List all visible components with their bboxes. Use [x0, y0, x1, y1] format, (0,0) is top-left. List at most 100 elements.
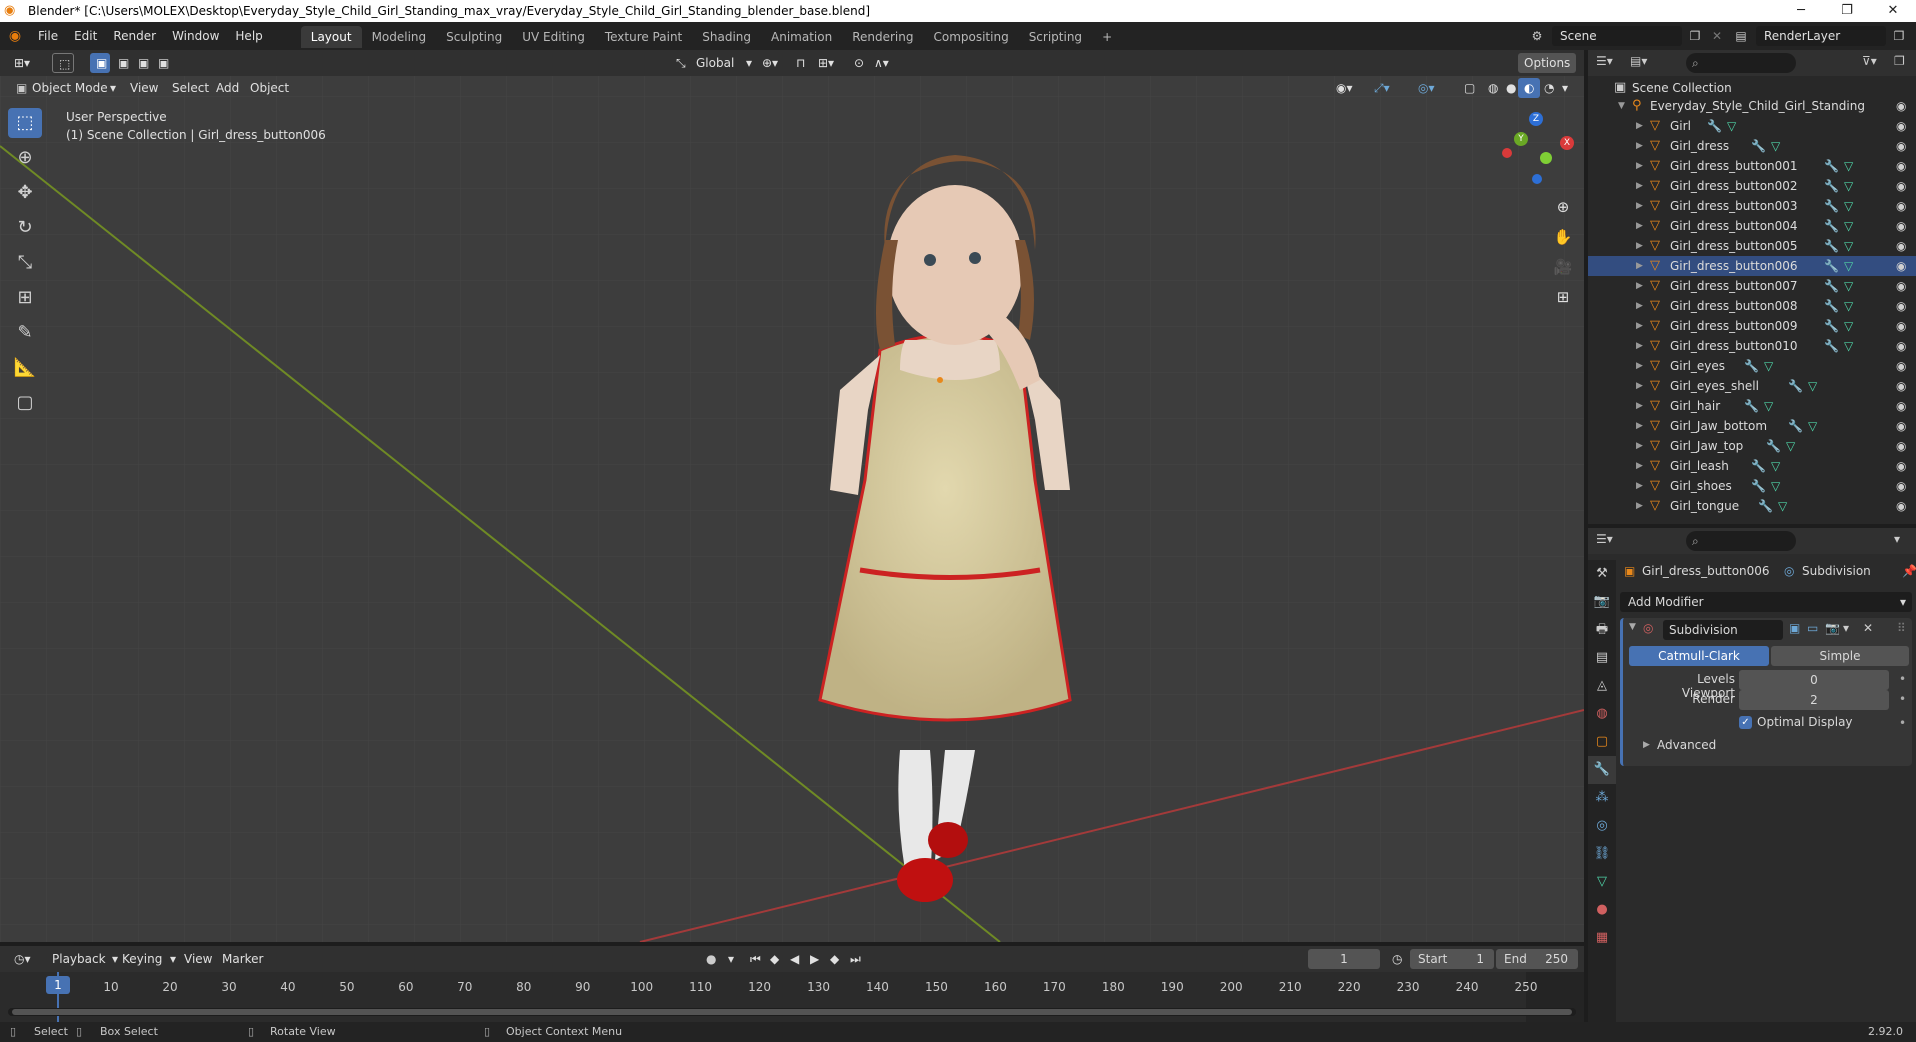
transform-orientation-icon[interactable]: ⤡: [670, 53, 690, 73]
select-box-tool-icon[interactable]: ⬚: [8, 108, 42, 138]
expand-arrow-icon[interactable]: ▶: [1636, 176, 1643, 196]
tab-layout[interactable]: Layout: [300, 26, 362, 48]
move-tool-icon[interactable]: ✥: [8, 178, 42, 208]
visibility-eye-icon[interactable]: ◉: [1896, 236, 1906, 256]
outliner-object-row[interactable]: ▶ ▽ Girl_dress_button004 🔧 ▽ ◉: [1588, 216, 1916, 236]
outliner-object-row[interactable]: ▶ ▽ Girl_dress_button009 🔧 ▽ ◉: [1588, 316, 1916, 336]
outliner-object-row[interactable]: ▶ ▽ Girl_dress_button002 🔧 ▽ ◉: [1588, 176, 1916, 196]
keyframe-dot-icon[interactable]: •: [1899, 672, 1906, 686]
mesh-data-icon[interactable]: ▽: [1771, 476, 1780, 496]
visibility-eye-icon[interactable]: ◉: [1896, 356, 1906, 376]
visibility-eye-icon[interactable]: ◉: [1896, 96, 1906, 116]
shading-options-icon[interactable]: ▾: [1556, 78, 1574, 98]
object-tab-icon[interactable]: ▢: [1588, 728, 1616, 756]
outliner-search-input[interactable]: ⌕: [1686, 53, 1796, 73]
add-workspace-button[interactable]: +: [1092, 26, 1122, 48]
outliner-object-row[interactable]: ▶ ▽ Girl_dress_button003 🔧 ▽ ◉: [1588, 196, 1916, 216]
expand-arrow-icon[interactable]: ▼: [1618, 96, 1625, 116]
pan-hand-icon[interactable]: ✋: [1550, 224, 1576, 250]
mesh-data-icon[interactable]: ▽: [1844, 296, 1853, 316]
catmull-clark-button[interactable]: Catmull-Clark: [1629, 646, 1769, 666]
expand-arrow-icon[interactable]: ▶: [1636, 396, 1643, 416]
mesh-data-icon[interactable]: ▽: [1771, 456, 1780, 476]
menu-file[interactable]: File: [30, 22, 66, 50]
tab-texture-paint[interactable]: Texture Paint: [595, 26, 692, 48]
mesh-data-icon[interactable]: ▽: [1808, 376, 1817, 396]
expand-arrow-icon[interactable]: ▶: [1636, 436, 1643, 456]
outliner-object-row[interactable]: ▶ ▽ Girl_dress_button010 🔧 ▽ ◉: [1588, 336, 1916, 356]
modifier-wrench-icon[interactable]: 🔧: [1788, 376, 1803, 396]
add-cube-tool-icon[interactable]: ▢: [8, 388, 42, 418]
jump-end-icon[interactable]: ⏭: [844, 949, 867, 969]
filter-icon[interactable]: ⊽▾: [1862, 54, 1877, 68]
texture-tab-icon[interactable]: ▦: [1588, 924, 1616, 952]
constraints-tab-icon[interactable]: ⛓: [1588, 840, 1616, 868]
modifier-wrench-icon[interactable]: 🔧: [1824, 276, 1839, 296]
new-view-layer-icon[interactable]: ❐: [1890, 29, 1908, 43]
timeline-scrollbar[interactable]: [8, 1008, 1576, 1016]
record-icon[interactable]: ●: [700, 949, 722, 969]
select-mode-subtract-icon[interactable]: ▣: [132, 53, 152, 73]
levels-viewport-field[interactable]: 0: [1739, 670, 1889, 690]
timeline-menu-marker[interactable]: Marker: [216, 949, 269, 969]
visibility-icon[interactable]: ◉▾: [1330, 78, 1359, 98]
preview-range-icon[interactable]: ◷: [1386, 949, 1408, 969]
outliner-collection-row[interactable]: ▼ ⚲ Everyday_Style_Child_Girl_Standing ◉: [1588, 96, 1916, 116]
timeline-scrollbar-thumb[interactable]: [12, 1009, 1572, 1015]
timeline-menu-view[interactable]: View: [178, 949, 218, 969]
outliner-object-row[interactable]: ▶ ▽ Girl_dress_button007 🔧 ▽ ◉: [1588, 276, 1916, 296]
visibility-eye-icon[interactable]: ◉: [1896, 316, 1906, 336]
expand-arrow-icon[interactable]: ▶: [1636, 116, 1643, 136]
zoom-icon[interactable]: ⊕: [1550, 194, 1576, 220]
modifier-wrench-icon[interactable]: 🔧: [1751, 136, 1766, 156]
modifier-wrench-icon[interactable]: 🔧: [1707, 116, 1722, 136]
expand-arrow-icon[interactable]: ▶: [1636, 156, 1643, 176]
expand-arrow-icon[interactable]: ▶: [1636, 456, 1643, 476]
edit-mode-toggle-icon[interactable]: ▣: [1789, 621, 1800, 635]
modifier-menu-icon[interactable]: ▾: [1843, 621, 1849, 635]
mesh-data-icon[interactable]: ▽: [1844, 216, 1853, 236]
expand-arrow-icon[interactable]: ▶: [1636, 316, 1643, 336]
modifier-wrench-icon[interactable]: 🔧: [1824, 336, 1839, 356]
outliner-object-row[interactable]: ▶ ▽ Girl_tongue 🔧 ▽ ◉: [1588, 496, 1916, 516]
timeline-editor-type-icon[interactable]: ◷▾: [8, 949, 37, 969]
rotate-tool-icon[interactable]: ↻: [8, 213, 42, 243]
transform-tool-icon[interactable]: ⊞: [8, 283, 42, 313]
object-mode-dropdown[interactable]: Object Mode: [26, 78, 114, 98]
data-tab-icon[interactable]: ▽: [1588, 868, 1616, 896]
particles-tab-icon[interactable]: ⁂: [1588, 784, 1616, 812]
display-mode-icon[interactable]: ▤▾: [1630, 54, 1647, 68]
select-tool-icon[interactable]: ⬚: [52, 53, 74, 73]
menu-edit[interactable]: Edit: [66, 22, 105, 50]
optimal-display-checkbox[interactable]: ✓: [1739, 716, 1752, 729]
tab-modeling[interactable]: Modeling: [362, 26, 437, 48]
scene-selector[interactable]: Scene: [1552, 26, 1682, 46]
tab-sculpting[interactable]: Sculpting: [436, 26, 512, 48]
expand-arrow-icon[interactable]: ▶: [1636, 276, 1643, 296]
select-mode-new-icon[interactable]: ▣: [90, 53, 110, 73]
mesh-data-icon[interactable]: ▽: [1844, 316, 1853, 336]
start-frame-field[interactable]: Start 1: [1410, 949, 1494, 969]
xray-icon[interactable]: ▢: [1458, 78, 1481, 98]
modifier-wrench-icon[interactable]: 🔧: [1751, 476, 1766, 496]
scale-tool-icon[interactable]: ⤡: [8, 248, 42, 278]
new-collection-icon[interactable]: ❐: [1894, 54, 1905, 68]
scene-icon[interactable]: ⚙: [1526, 29, 1548, 43]
pin-icon[interactable]: 📌: [1902, 560, 1916, 582]
expand-arrow-icon[interactable]: ▶: [1636, 196, 1643, 216]
snap-icon[interactable]: ⊓: [790, 53, 811, 73]
render-levels-field[interactable]: 2: [1739, 690, 1889, 710]
outliner-object-row[interactable]: ▶ ▽ Girl_dress_button001 🔧 ▽ ◉: [1588, 156, 1916, 176]
remove-modifier-icon[interactable]: ✕: [1863, 621, 1873, 635]
perspective-toggle-icon[interactable]: ⊞: [1550, 284, 1576, 310]
maximize-button[interactable]: ❐: [1824, 0, 1870, 22]
visibility-eye-icon[interactable]: ◉: [1896, 116, 1906, 136]
visibility-eye-icon[interactable]: ◉: [1896, 376, 1906, 396]
mesh-data-icon[interactable]: ▽: [1786, 436, 1795, 456]
view-layer-icon[interactable]: ▤: [1730, 29, 1752, 43]
select-mode-intersect-icon[interactable]: ▣: [152, 53, 172, 73]
delete-scene-icon[interactable]: ✕: [1708, 29, 1726, 43]
timeline-menu-playback[interactable]: Playback: [46, 949, 112, 969]
expand-arrow-icon[interactable]: ▶: [1636, 216, 1643, 236]
advanced-subpanel[interactable]: Advanced: [1657, 738, 1716, 752]
